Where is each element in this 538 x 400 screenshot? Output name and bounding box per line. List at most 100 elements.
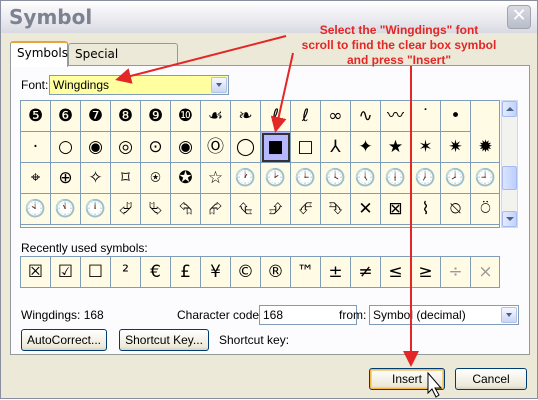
symbol-cell[interactable]: 〰 — [381, 101, 411, 132]
symbol-cell[interactable]: ⮲ — [171, 194, 201, 225]
symbol-cell[interactable]: ⮳ — [201, 194, 231, 225]
recent-symbol-cell[interactable]: ™ — [291, 257, 321, 287]
symbol-cell[interactable]: ⊙ — [141, 132, 171, 163]
cancel-button[interactable]: Cancel — [455, 368, 527, 390]
scroll-thumb[interactable] — [502, 166, 517, 190]
symbol-cell[interactable]: ⮵ — [261, 194, 291, 225]
symbol-cell[interactable]: ⅄ — [321, 132, 351, 163]
symbol-cell[interactable]: ⍟ — [141, 163, 171, 194]
tab-special-characters[interactable]: Special Characters — [68, 43, 178, 81]
symbol-cell[interactable]: ℓ — [291, 101, 321, 132]
symbol-cell[interactable]: ⮰ — [111, 194, 141, 225]
symbol-cell[interactable]: ✪ — [171, 163, 201, 194]
scroll-up-icon[interactable] — [502, 101, 517, 117]
symbol-cell[interactable]: ❽ — [111, 101, 141, 132]
symbol-cell[interactable]: 🕛 — [81, 194, 111, 225]
recent-symbol-cell[interactable]: ≠ — [351, 257, 381, 287]
recent-symbol-cell[interactable]: × — [471, 257, 499, 287]
autocorrect-button[interactable]: AutoCorrect... — [21, 329, 107, 351]
symbol-cell[interactable]: ⊠ — [381, 194, 411, 225]
symbol-grid[interactable]: ❺ ❻ ❼ ❽ ❾ ❿ ☙ ❧ ℓ ℓ ∞ ∿ 〰 ˙ • · ○ ◉ ◎ ⊙ ◉ Ⓞ ◯ ■ □ ⅄ ✦ ★ ✶ ✷ ✹ ⌖ ⊕ ✧ ⌑ ⍟ ✪ ☆ 🕐 🕑… — [20, 100, 500, 228]
symbol-cell[interactable]: • — [441, 101, 471, 132]
character-name: Wingdings: 168 — [21, 308, 104, 322]
symbol-cell[interactable]: ❻ — [51, 101, 81, 132]
symbol-cell[interactable]: ❿ — [171, 101, 201, 132]
symbol-cell[interactable]: ◉ — [81, 132, 111, 163]
symbol-cell[interactable]: ✦ — [351, 132, 381, 163]
symbol-cell[interactable]: ❼ — [81, 101, 111, 132]
chevron-down-icon[interactable] — [211, 77, 227, 93]
symbol-cell[interactable]: 🕘 — [471, 163, 499, 194]
symbol-cell[interactable]: ⮷ — [321, 194, 351, 225]
symbol-cell[interactable]: ℓ — [261, 101, 291, 132]
symbol-cell[interactable]: ✶ — [411, 132, 441, 163]
scroll-down-icon[interactable] — [502, 211, 517, 227]
symbol-cell[interactable]: ✷ — [441, 132, 471, 163]
from-select[interactable]: Symbol (decimal) — [369, 305, 519, 325]
tab-symbols[interactable]: Symbols — [10, 41, 68, 67]
symbol-cell[interactable]: ❧ — [231, 101, 261, 132]
symbol-cell[interactable]: ◎ — [111, 132, 141, 163]
symbol-cell[interactable]: ∞ — [321, 101, 351, 132]
recent-symbol-cell[interactable]: ☐ — [81, 257, 111, 287]
symbol-cell[interactable]: ❾ — [141, 101, 171, 132]
recent-symbol-cell[interactable]: © — [231, 257, 261, 287]
symbol-cell[interactable]: 🕕 — [381, 163, 411, 194]
symbol-cell[interactable]: ⍉ — [441, 194, 471, 225]
symbol-cell[interactable]: Ⓞ — [201, 132, 231, 163]
shortcut-key-label: Shortcut key: — [219, 333, 290, 347]
recent-symbol-cell[interactable]: € — [141, 257, 171, 287]
dialog-title: Symbol — [9, 5, 93, 29]
recent-symbols-row[interactable]: ☒ ☑ ☐ ² € £ ¥ © ® ™ ± ≠ ≤ ≥ ÷ × — [20, 256, 500, 288]
symbol-cell[interactable]: ❺ — [21, 101, 51, 132]
symbol-cell[interactable]: ⮶ — [291, 194, 321, 225]
symbol-cell[interactable]: ☙ — [201, 101, 231, 132]
symbol-cell[interactable]: ⮴ — [231, 194, 261, 225]
recent-symbol-cell[interactable]: ≥ — [411, 257, 441, 287]
symbol-cell[interactable]: · — [21, 132, 51, 163]
recent-symbol-cell[interactable]: ® — [261, 257, 291, 287]
recent-symbol-cell[interactable]: ± — [321, 257, 351, 287]
symbol-cell[interactable]: 🕙 — [21, 194, 51, 225]
symbol-cell[interactable]: ⌇ — [411, 194, 441, 225]
recent-symbol-cell[interactable]: £ — [171, 257, 201, 287]
recent-symbol-cell[interactable]: ¥ — [201, 257, 231, 287]
from-label: from: — [339, 308, 367, 322]
symbol-cell[interactable]: 🕒 — [291, 163, 321, 194]
chevron-down-icon[interactable] — [501, 307, 517, 323]
font-select[interactable]: Wingdings — [49, 75, 229, 95]
symbol-cell[interactable]: □ — [291, 132, 321, 163]
symbol-cell[interactable]: ⮱ — [141, 194, 171, 225]
symbol-cell[interactable]: ◯ — [231, 132, 261, 163]
symbol-cell[interactable]: ∿ — [351, 101, 381, 132]
insert-button[interactable]: Insert — [369, 368, 445, 390]
symbol-cell[interactable]: 🕔 — [351, 163, 381, 194]
symbol-cell[interactable]: ✧ — [81, 163, 111, 194]
symbol-cell[interactable]: ⌑ — [111, 163, 141, 194]
symbol-cell[interactable]: ☆ — [201, 163, 231, 194]
symbol-cell[interactable]: ○ — [51, 132, 81, 163]
symbol-cell[interactable]: 🕗 — [441, 163, 471, 194]
recent-symbol-cell[interactable]: ² — [111, 257, 141, 287]
symbol-cell[interactable]: 🕑 — [261, 163, 291, 194]
symbol-cell[interactable]: 🕚 — [51, 194, 81, 225]
recent-symbol-cell[interactable]: ☒ — [21, 257, 51, 287]
annotation-line-3: and press "Insert" — [346, 53, 452, 67]
shortcut-key-button[interactable]: Shortcut Key... — [119, 329, 209, 351]
symbol-cell[interactable]: ✹ — [471, 132, 499, 163]
symbol-cell[interactable]: ⍥ — [471, 194, 499, 225]
recent-symbol-cell[interactable]: ÷ — [441, 257, 471, 287]
symbol-cell[interactable]: ˙ — [411, 101, 441, 132]
symbol-cell[interactable]: ★ — [381, 132, 411, 163]
symbol-cell[interactable]: 🕖 — [411, 163, 441, 194]
symbol-cell[interactable]: ⊕ — [51, 163, 81, 194]
symbol-cell[interactable]: 🕓 — [321, 163, 351, 194]
symbol-cell[interactable]: 🕐 — [231, 163, 261, 194]
symbol-cell[interactable]: ⌖ — [21, 163, 51, 194]
recent-symbol-cell[interactable]: ≤ — [381, 257, 411, 287]
symbol-cell[interactable]: ◉ — [171, 132, 201, 163]
symbol-grid-scrollbar[interactable] — [501, 100, 518, 228]
symbol-cell[interactable]: ■ — [261, 132, 291, 163]
symbol-cell[interactable]: ✕ — [351, 194, 381, 225]
recent-symbol-cell[interactable]: ☑ — [51, 257, 81, 287]
